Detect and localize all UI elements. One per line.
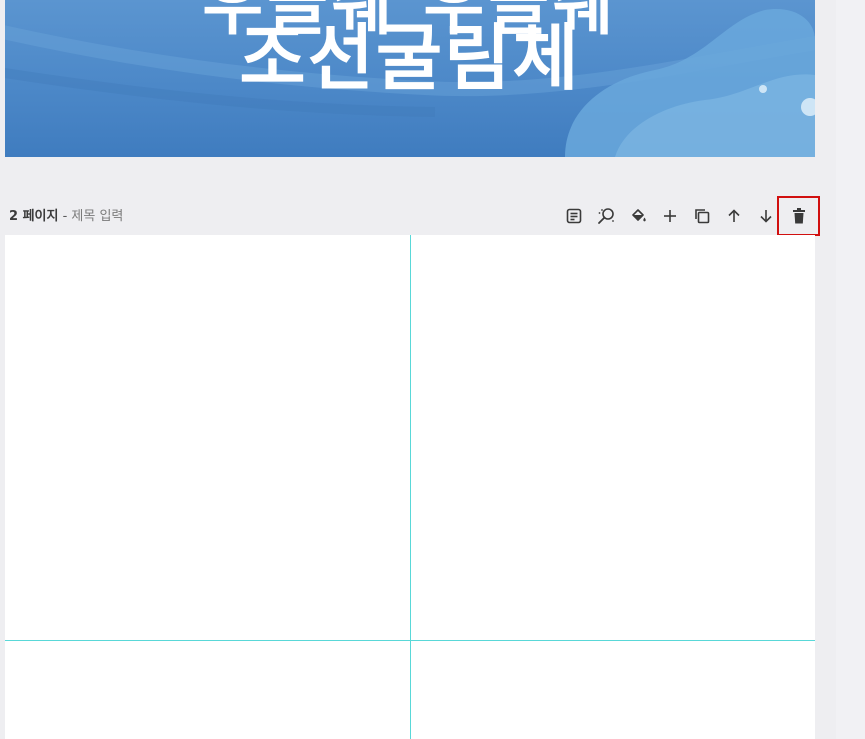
background-color-button[interactable] — [622, 200, 654, 232]
right-scroll-rail — [836, 0, 865, 739]
cover-title-line-2: 조선굴림체 — [239, 16, 581, 100]
paint-bucket-icon — [632, 209, 646, 222]
add-page-button[interactable] — [654, 200, 686, 232]
trash-icon — [792, 208, 805, 224]
vertical-center-guide — [410, 235, 411, 739]
page-2-canvas[interactable] — [5, 235, 815, 739]
page-1-canvas[interactable]: 우글쉐 우글쉐 조선굴림체 — [5, 0, 815, 157]
page-title-separator: - — [58, 209, 72, 224]
plus-icon — [664, 210, 676, 222]
arrow-up-icon — [728, 209, 740, 222]
page-2-header: 2 페이지 - 제목 입력 — [9, 207, 123, 227]
magic-wand-icon — [598, 208, 614, 224]
move-page-up-button[interactable] — [718, 200, 750, 232]
horizontal-guide — [5, 640, 815, 641]
notes-button[interactable] — [558, 200, 590, 232]
page-number-label: 2 페이지 — [9, 209, 59, 224]
delete-page-button[interactable] — [777, 196, 820, 236]
page-title-input[interactable]: 제목 입력 — [71, 209, 123, 224]
notes-icon — [566, 208, 582, 224]
arrow-down-icon — [760, 210, 772, 223]
duplicate-icon — [695, 209, 710, 224]
magic-switch-button[interactable] — [590, 200, 622, 232]
duplicate-page-button[interactable] — [686, 200, 718, 232]
